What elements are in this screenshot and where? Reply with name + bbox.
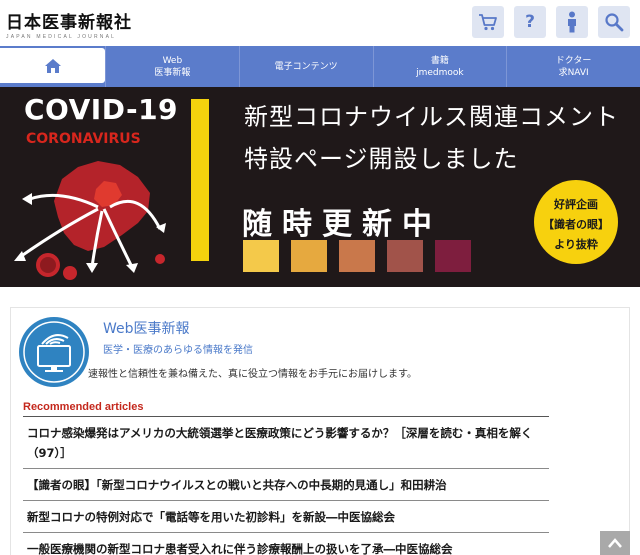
cart-icon bbox=[479, 14, 497, 31]
site-logo[interactable]: 日本医事新報社 JAPAN MEDICAL JOURNAL bbox=[6, 8, 132, 40]
article-link[interactable]: コロナ感染爆発はアメリカの大統領選挙と医療政策にどう影響するか？［深層を読む・真… bbox=[23, 416, 549, 468]
home-icon bbox=[44, 58, 61, 73]
nav-item-doctor-navi[interactable]: ドクター 求NAVI bbox=[506, 46, 640, 87]
color-square bbox=[291, 240, 327, 272]
cart-button[interactable] bbox=[472, 6, 504, 38]
nav-label-line2: jmedmook bbox=[416, 67, 464, 78]
nav-item-e-content[interactable]: 電子コンテンツ bbox=[238, 46, 373, 87]
header-buttons: ? bbox=[472, 6, 630, 38]
nav-label-line1: Web bbox=[162, 55, 183, 66]
nav-item-web-ijishinpo[interactable]: Web 医事新報 bbox=[105, 46, 239, 87]
search-button[interactable] bbox=[598, 6, 630, 38]
search-icon bbox=[605, 13, 624, 32]
nav-home[interactable] bbox=[0, 48, 105, 83]
banner-color-squares bbox=[243, 240, 471, 272]
banner-badge: 好評企画 【識者の眼】 より抜粋 bbox=[534, 180, 618, 264]
content-panel: Web医事新報 医学・医療のあらゆる情報を発信 速報性と信頼性を兼ね備えた、真に… bbox=[10, 307, 630, 555]
help-icon: ? bbox=[525, 12, 535, 32]
nav-label-line2: 医事新報 bbox=[154, 67, 191, 78]
nav-item-books[interactable]: 書籍 jmedmook bbox=[372, 46, 507, 87]
banner-title: COVID-19 bbox=[24, 93, 179, 126]
article-list: コロナ感染爆発はアメリカの大統領選挙と医療政策にどう影響するか？［深層を読む・真… bbox=[23, 416, 549, 555]
article-link[interactable]: 一般医療機関の新型コロナ患者受入れに伴う診療報酬上の扱いを了承―中医協総会 bbox=[23, 532, 549, 555]
chevron-up-icon bbox=[608, 538, 622, 548]
banner-subtitle: CORONAVIRUS bbox=[26, 131, 141, 147]
covid-banner[interactable]: COVID-19 CORONAVIRUS 新型コロナウイルス関連コメント 特設ペ… bbox=[0, 87, 640, 287]
color-square bbox=[435, 240, 471, 272]
virus-spread-map-illustration bbox=[14, 161, 166, 280]
logo-subtext: JAPAN MEDICAL JOURNAL bbox=[6, 34, 117, 40]
article-link[interactable]: 新型コロナの特例対応で「電話等を用いた初診料」を新設―中医協総会 bbox=[23, 500, 549, 532]
intro-description: 速報性と信頼性を兼ね備えた、真に役立つ情報をお手元にお届けします。 bbox=[88, 369, 417, 380]
logo-text: 日本医事新報社 bbox=[6, 13, 132, 33]
site-header: 日本医事新報社 JAPAN MEDICAL JOURNAL ? bbox=[0, 0, 640, 46]
main-nav: Web 医事新報 電子コンテンツ 書籍 jmedmook ドクター 求NAVI bbox=[0, 46, 640, 87]
intro-tagline: 医学・医療のあらゆる情報を発信 bbox=[103, 345, 253, 356]
person-icon bbox=[568, 11, 576, 33]
help-button[interactable]: ? bbox=[514, 6, 546, 38]
banner-updating-text: 随時更新中 bbox=[242, 207, 442, 242]
nav-label-line2: 求NAVI bbox=[558, 67, 589, 78]
recommended-label: Recommended articles bbox=[23, 401, 144, 413]
monitor-wifi-icon bbox=[19, 317, 89, 387]
article-link[interactable]: 【識者の眼】「新型コロナウイルスとの戦いと共存への中長期的見通し」和田耕治 bbox=[23, 468, 549, 500]
color-square bbox=[339, 240, 375, 272]
nav-label-line1: 電子コンテンツ bbox=[274, 61, 338, 72]
color-square bbox=[387, 240, 423, 272]
account-button[interactable] bbox=[556, 6, 588, 38]
nav-label-line1: 書籍 bbox=[430, 55, 449, 66]
nav-label-line1: ドクター bbox=[555, 55, 592, 66]
badge-line2: 【識者の眼】 bbox=[543, 218, 609, 231]
intro-title[interactable]: Web医事新報 bbox=[103, 318, 190, 338]
color-square bbox=[243, 240, 279, 272]
banner-headline-line2: 特設ページ開設しました bbox=[244, 145, 519, 173]
badge-line3: より抜粋 bbox=[554, 238, 598, 251]
scroll-to-top-button[interactable] bbox=[600, 531, 630, 555]
banner-headline-line1: 新型コロナウイルス関連コメント bbox=[244, 103, 619, 131]
banner-accent-bar bbox=[191, 99, 209, 261]
badge-line1: 好評企画 bbox=[554, 198, 598, 211]
